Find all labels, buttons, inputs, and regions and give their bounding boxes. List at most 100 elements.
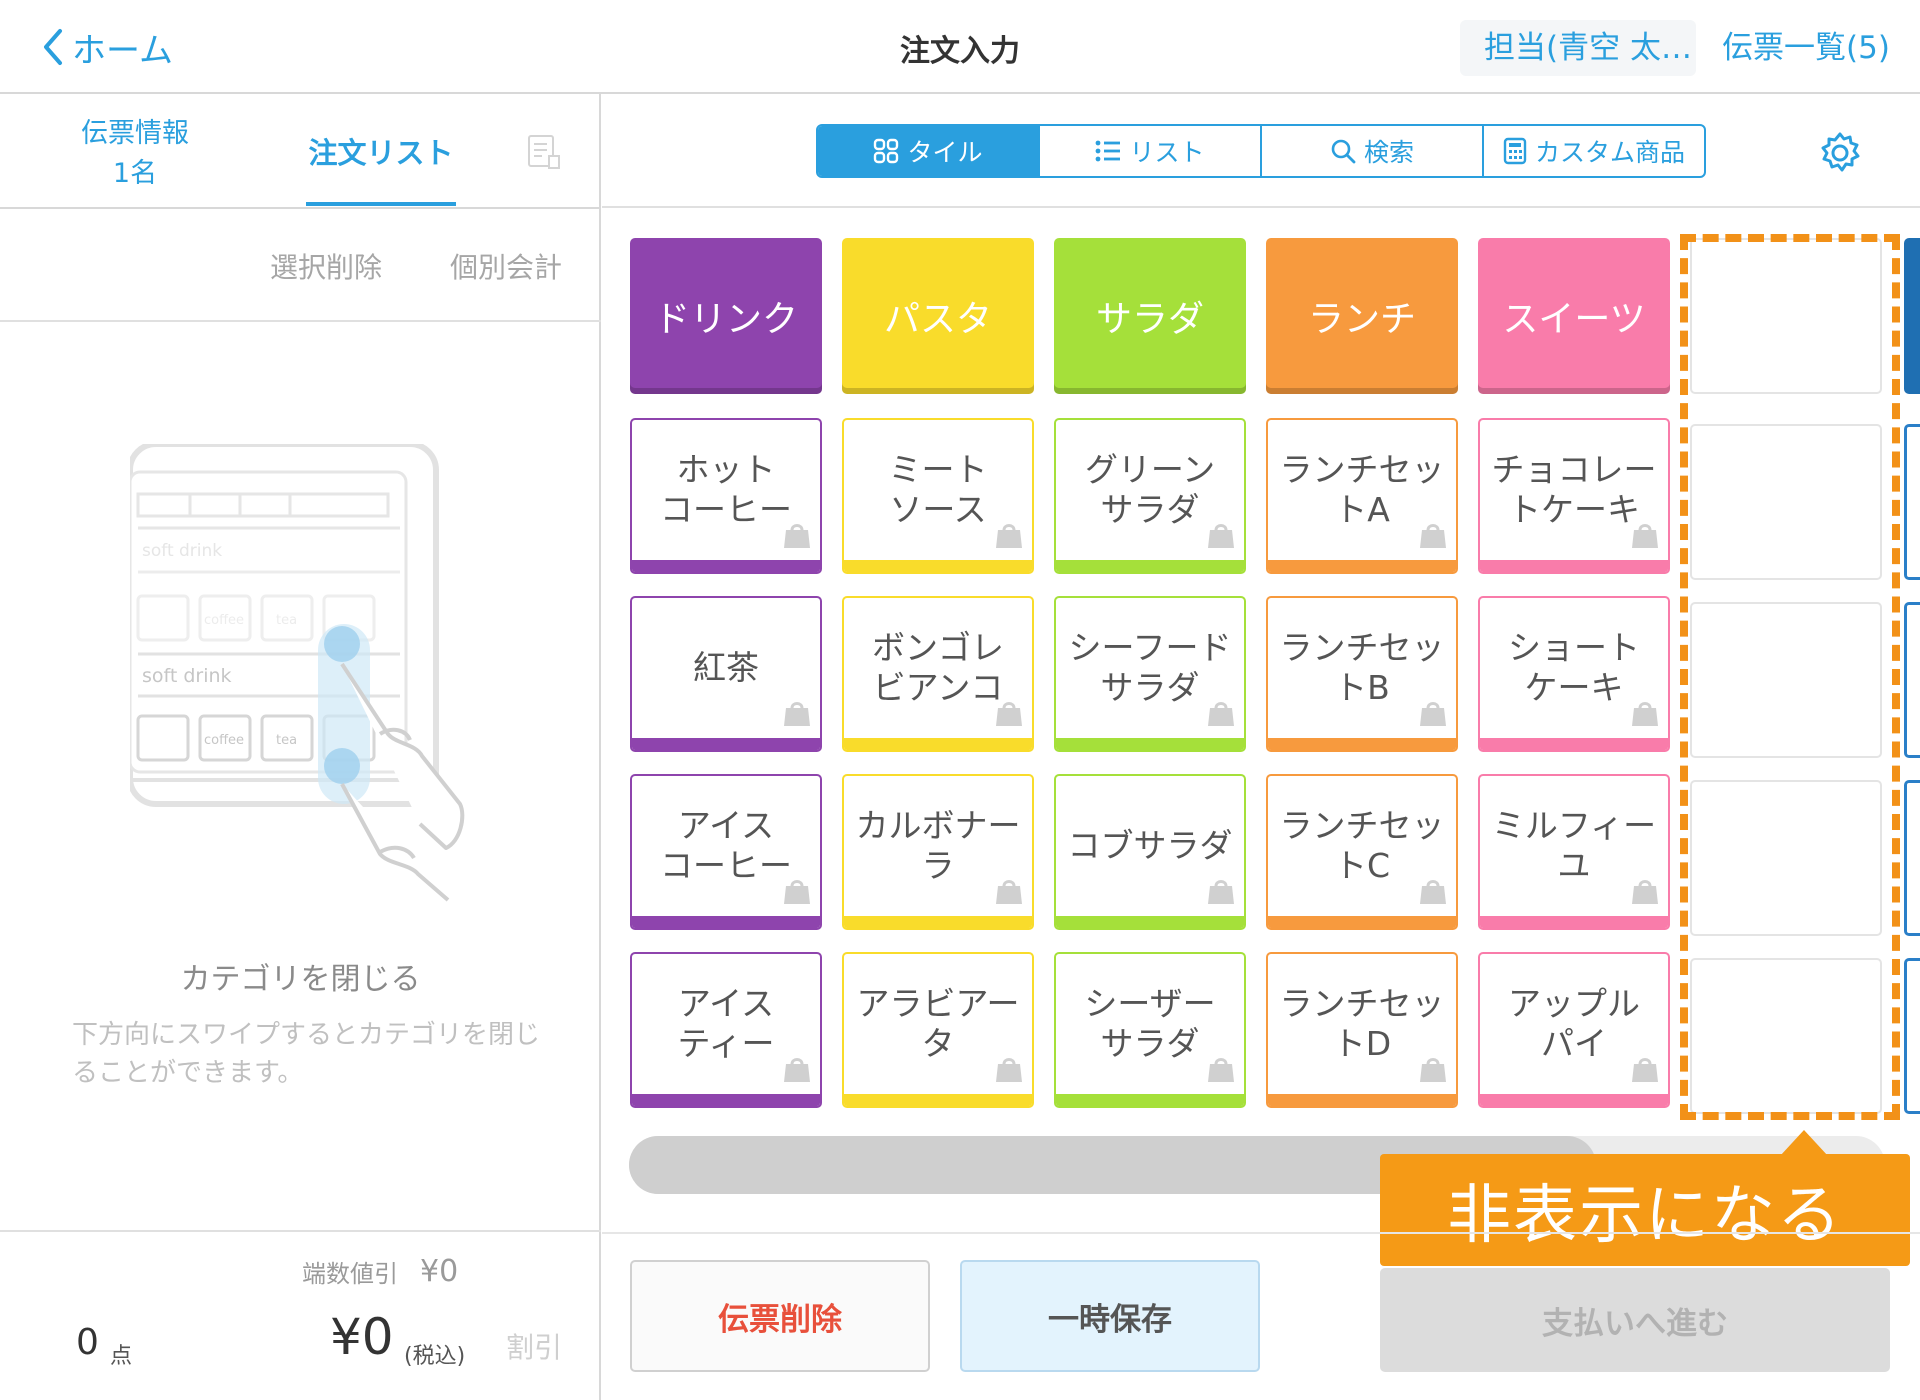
- product-tile[interactable]: コブサラダ: [1054, 774, 1246, 930]
- shopping-bag-icon: [994, 876, 1024, 910]
- shopping-bag-icon: [1418, 876, 1448, 910]
- hold-button[interactable]: 一時保存: [960, 1260, 1260, 1372]
- product-tile[interactable]: ホット コーヒー: [630, 418, 822, 574]
- back-button[interactable]: ホーム: [40, 22, 173, 72]
- category-color-bar: [1268, 738, 1456, 750]
- tab-list[interactable]: リスト: [1040, 126, 1262, 176]
- hidden-column-highlight: [1680, 234, 1900, 1120]
- product-tile[interactable]: ボンゴレ ビアンコ: [842, 596, 1034, 752]
- category-color-bar: [1056, 1094, 1244, 1106]
- tab-tile-label: タイル: [907, 138, 983, 167]
- delete-selected-button[interactable]: 選択削除: [270, 246, 382, 286]
- category-color-bar: [1480, 916, 1668, 928]
- shopping-bag-icon: [1418, 520, 1448, 554]
- tab-custom-item[interactable]: カスタム商品: [1484, 126, 1704, 176]
- category-color-bar: [1268, 916, 1456, 928]
- category-color-bar: [844, 1094, 1032, 1106]
- shopping-bag-icon: [782, 1054, 812, 1088]
- search-icon: [1331, 139, 1356, 164]
- category-color-bar: [632, 738, 820, 750]
- slip-list-button[interactable]: 伝票一覧(5): [1722, 20, 1890, 76]
- tax-included-note: (税込): [404, 1344, 466, 1369]
- svg-text:soft drink: soft drink: [142, 665, 232, 687]
- hidden-callout: 非表示になる: [1380, 1154, 1910, 1266]
- tab-tile[interactable]: タイル: [818, 126, 1040, 176]
- shopping-bag-icon: [1206, 876, 1236, 910]
- divider: [0, 320, 601, 322]
- product-tile[interactable]: グリーン サラダ: [1054, 418, 1246, 574]
- product-tile[interactable]: アイス コーヒー: [630, 774, 822, 930]
- product-tile[interactable]: アイス ティー: [630, 952, 822, 1108]
- divider: [602, 206, 1920, 208]
- top-bar: ホーム 注文入力 担当(青空 太… 伝票一覧(5): [0, 0, 1920, 94]
- product-tile[interactable]: ランチセッ トA: [1266, 418, 1458, 574]
- shopping-bag-icon: [782, 520, 812, 554]
- discount-button[interactable]: 割引: [506, 1326, 562, 1366]
- category-color-bar: [1480, 738, 1668, 750]
- category-tile[interactable]: ドリンク: [630, 238, 822, 394]
- divider: [0, 1230, 601, 1232]
- category-tile[interactable]: パスタ: [842, 238, 1034, 394]
- product-tile[interactable]: ランチセッ トD: [1266, 952, 1458, 1108]
- callout-pointer: [1780, 1130, 1828, 1156]
- tab-order-list[interactable]: 注文リスト: [306, 130, 456, 172]
- product-tile[interactable]: アップル パイ: [1478, 952, 1670, 1108]
- active-tab-indicator: [306, 202, 456, 206]
- tab-list-label: リスト: [1129, 138, 1205, 167]
- tab-slip-info[interactable]: 伝票情報 1名: [60, 114, 210, 194]
- staff-button[interactable]: 担当(青空 太…: [1460, 20, 1696, 76]
- total-amount: ¥0: [330, 1308, 394, 1366]
- product-tile[interactable]: 紅茶: [630, 596, 822, 752]
- product-tile[interactable]: ミルフィー ユ: [1478, 774, 1670, 930]
- calculator-icon: [1503, 137, 1527, 165]
- next-page-tile-edge: [1904, 602, 1920, 758]
- category-color-bar: [1268, 560, 1456, 572]
- svg-text:coffee: coffee: [204, 733, 244, 748]
- tab-custom-item-label: カスタム商品: [1534, 138, 1685, 167]
- category-tile[interactable]: ランチ: [1266, 238, 1458, 394]
- product-tile[interactable]: ランチセッ トB: [1266, 596, 1458, 752]
- category-color-bar: [632, 916, 820, 928]
- category-tile[interactable]: スイーツ: [1478, 238, 1670, 394]
- shopping-bag-icon: [994, 1054, 1024, 1088]
- list-icon: [1096, 140, 1121, 162]
- grid-icon: [874, 138, 899, 164]
- category-color-bar: [1268, 1094, 1456, 1106]
- product-tile[interactable]: ランチセッ トC: [1266, 774, 1458, 930]
- shopping-bag-icon: [1206, 698, 1236, 732]
- product-tile[interactable]: シーザー サラダ: [1054, 952, 1246, 1108]
- settings-gear-icon[interactable]: [1818, 131, 1862, 179]
- rounding-label: 端数値引: [302, 1260, 398, 1288]
- category-color-bar: [844, 560, 1032, 572]
- category-color-bar: [632, 560, 820, 572]
- svg-text:coffee: coffee: [204, 613, 244, 628]
- split-bill-button[interactable]: 個別会計: [450, 246, 562, 286]
- product-tile[interactable]: ミート ソース: [842, 418, 1034, 574]
- divider: [602, 1232, 1920, 1234]
- product-tile[interactable]: ショート ケーキ: [1478, 596, 1670, 752]
- product-tile[interactable]: アラビアー タ: [842, 952, 1034, 1108]
- product-tile[interactable]: チョコレー トケーキ: [1478, 418, 1670, 574]
- next-page-tile-edge: [1904, 780, 1920, 936]
- proceed-to-payment-button[interactable]: 支払いへ進む: [1380, 1268, 1890, 1372]
- delete-slip-button[interactable]: 伝票削除: [630, 1260, 930, 1372]
- category-color-bar: [1056, 738, 1244, 750]
- shopping-bag-icon: [1418, 1054, 1448, 1088]
- shopping-bag-icon: [994, 698, 1024, 732]
- shopping-bag-icon: [782, 876, 812, 910]
- tab-search[interactable]: 検索: [1262, 126, 1484, 176]
- item-count-unit: 点: [110, 1344, 133, 1369]
- product-tile[interactable]: シーフード サラダ: [1054, 596, 1246, 752]
- next-page-tile-edge: [1904, 424, 1920, 580]
- shopping-bag-icon: [782, 698, 812, 732]
- product-tile[interactable]: カルボナー ラ: [842, 774, 1034, 930]
- category-color-bar: [1056, 916, 1244, 928]
- divider: [0, 207, 601, 209]
- category-color-bar: [1480, 1094, 1668, 1106]
- category-color-bar: [632, 1094, 820, 1106]
- rounding-value: ¥0: [420, 1254, 459, 1289]
- close-category-description: 下方向にスワイプするとカテゴリを閉じることができます。: [72, 1020, 541, 1088]
- document-icon[interactable]: [527, 134, 561, 174]
- category-tile[interactable]: サラダ: [1054, 238, 1246, 394]
- svg-text:tea: tea: [276, 733, 297, 748]
